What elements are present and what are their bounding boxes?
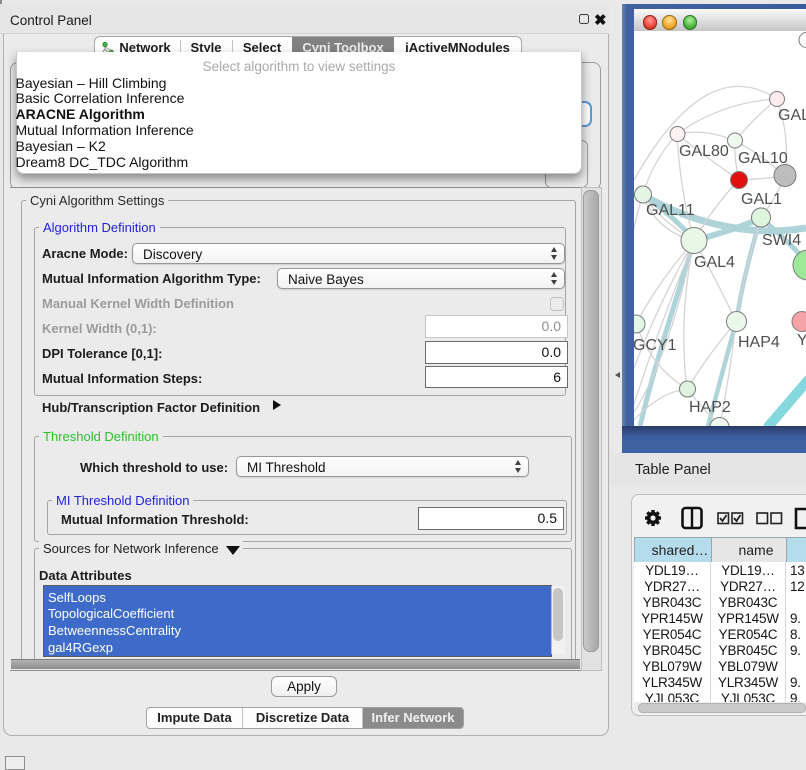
- svg-text:GAL1: GAL1: [741, 191, 782, 208]
- svg-text:GAL10: GAL10: [738, 150, 788, 167]
- svg-text:HAP2: HAP2: [689, 399, 731, 416]
- svg-text:Y: Y: [797, 332, 806, 349]
- svg-text:GAL80: GAL80: [679, 143, 729, 160]
- svg-text:HAP4: HAP4: [738, 334, 780, 351]
- svg-text:SWI4: SWI4: [762, 232, 801, 249]
- svg-text:GAL11: GAL11: [646, 202, 695, 219]
- svg-text:GAL: GAL: [778, 107, 806, 124]
- svg-text:GCY1: GCY1: [634, 337, 677, 354]
- svg-text:GAL4: GAL4: [694, 254, 735, 271]
